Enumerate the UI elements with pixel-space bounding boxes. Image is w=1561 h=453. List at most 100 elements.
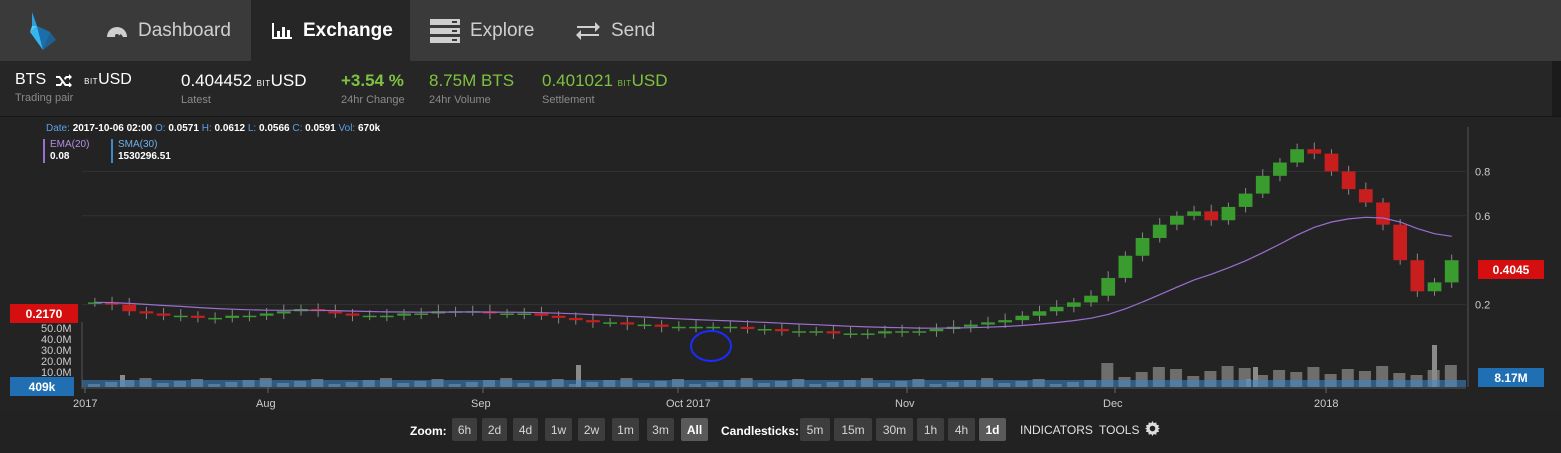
close-label: C:: [292, 123, 303, 134]
sma-volume-line: [82, 380, 1466, 387]
candle-interval-button[interactable]: 1h: [917, 418, 944, 441]
candle: [1187, 211, 1201, 216]
candle: [843, 333, 858, 335]
date-value: 2017-10-06 02:00: [72, 123, 153, 134]
top-navigation: Dashboard Exchange Explore Send: [0, 0, 1561, 61]
candle: [689, 326, 703, 329]
trading-pair[interactable]: BTS bit USD Trading pair: [15, 71, 132, 104]
bitshares-logo[interactable]: [28, 10, 58, 52]
candle: [654, 324, 669, 327]
zoom-button[interactable]: 2d: [482, 418, 507, 441]
zoom-button[interactable]: 6h: [452, 418, 477, 441]
close-value: 0.0591: [305, 123, 336, 134]
candle: [998, 320, 1013, 323]
zoom-button[interactable]: 4d: [513, 418, 538, 441]
price-chart[interactable]: 0.8 0.6 0.2 50.0M 40.0M 30.0M 20.0M 10.0M 2017 Au…: [0, 116, 1561, 410]
candle: [912, 331, 927, 333]
x-axis-tick-label: Dec: [1103, 398, 1123, 410]
latest-price: 0.404452 bitUSD Latest: [181, 71, 307, 106]
candle: [826, 331, 841, 334]
tab-send[interactable]: Send: [557, 0, 677, 61]
candle-interval-button[interactable]: 5m: [800, 418, 830, 441]
candle: [620, 322, 635, 325]
candle: [929, 329, 944, 332]
latest-value: 0.404452: [181, 71, 252, 90]
candle: [1084, 295, 1098, 303]
zoom-button[interactable]: 1w: [545, 418, 572, 441]
chart-canvas[interactable]: 0.80.60.250.0M40.0M30.0M20.0M10.0M2017 Au…: [0, 117, 1561, 411]
candle-interval-button[interactable]: 30m: [876, 418, 913, 441]
x-axis-tick-label: 2017: [73, 398, 97, 410]
date-label: Date:: [46, 123, 70, 134]
candle-interval-button[interactable]: 1d: [979, 418, 1006, 441]
ohlc-readout: Date: 2017-10-06 02:00 O: 0.0571 H: 0.06…: [46, 123, 380, 134]
settlement-price: 0.401021 bitUSD Settlement: [542, 71, 668, 106]
tools-button[interactable]: TOOLS: [1099, 423, 1139, 437]
sma-value: 1530296.51: [118, 151, 171, 162]
candle: [1358, 189, 1373, 203]
gear-icon[interactable]: [1145, 421, 1160, 436]
ema-indicator[interactable]: EMA(20) 0.08: [43, 139, 89, 163]
tab-dashboard[interactable]: Dashboard: [88, 0, 250, 61]
x-axis-tick-label: Oct 2017: [666, 398, 711, 410]
circle-annotation: [690, 330, 732, 362]
zoom-button[interactable]: 3m: [647, 418, 674, 441]
candle: [1049, 306, 1064, 312]
sma-indicator[interactable]: SMA(30) 1530296.51: [111, 139, 171, 163]
vol-label: Vol:: [338, 123, 356, 134]
volume-label: 24hr Volume: [429, 94, 491, 106]
change-label: 24hr Change: [341, 94, 405, 106]
candle-interval-button[interactable]: 15m: [834, 418, 872, 441]
high-value: 0.0612: [214, 123, 246, 134]
zoom-button[interactable]: 2w: [578, 418, 605, 441]
candle: [1410, 260, 1425, 292]
candle: [1221, 206, 1236, 221]
latest-unit: USD: [270, 71, 307, 90]
candle: [1444, 260, 1459, 283]
candle: [156, 313, 171, 316]
candle: [1118, 255, 1133, 278]
candle: [1307, 149, 1322, 154]
server-icon: [430, 18, 460, 43]
candle: [809, 331, 824, 333]
candle: [1324, 153, 1339, 172]
candle: [1135, 238, 1150, 256]
candle-interval-button[interactable]: 4h: [948, 418, 975, 441]
candle: [362, 315, 377, 318]
candle: [225, 315, 240, 318]
zoom-button[interactable]: All: [681, 418, 708, 441]
candle: [568, 317, 583, 321]
high-label: H:: [201, 123, 212, 134]
current-price-tag: 0.4045: [1478, 260, 1544, 279]
tab-explore[interactable]: Explore: [412, 0, 557, 61]
candle: [276, 311, 291, 314]
settlement-unit-prefix: bit: [617, 75, 632, 89]
candle: [1341, 171, 1356, 190]
candle: [981, 322, 995, 325]
left-price-tag: 0.2170: [10, 304, 78, 323]
change-24h: +3.54 % 24hr Change: [341, 71, 405, 106]
sma-name: SMA(30): [118, 139, 158, 150]
candle: [637, 324, 652, 327]
chart-controls: Zoom: Candlesticks: INDICATORS TOOLS 6h 2…: [0, 410, 1561, 453]
zoom-label: Zoom:: [410, 424, 447, 438]
change-value: +3.54 %: [341, 71, 404, 90]
candle: [259, 313, 274, 316]
price-axis-tick-label: 0.8: [1475, 166, 1490, 178]
candle: [173, 315, 188, 318]
ema-value: 0.08: [50, 151, 70, 162]
shuffle-icon[interactable]: [56, 73, 73, 87]
candle: [1290, 149, 1304, 163]
candle: [1015, 315, 1030, 321]
settlement-value: 0.401021: [542, 71, 613, 90]
latest-unit-prefix: bit: [256, 75, 271, 89]
scrollbar[interactable]: [1552, 61, 1561, 116]
indicators-button[interactable]: INDICATORS: [1020, 423, 1093, 437]
latest-label: Latest: [181, 94, 211, 106]
tab-exchange-label: Exchange: [303, 19, 393, 41]
open-value: 0.0571: [168, 123, 199, 134]
candle: [878, 331, 892, 334]
candle: [139, 311, 154, 314]
tab-exchange[interactable]: Exchange: [251, 0, 410, 61]
zoom-button[interactable]: 1m: [612, 418, 639, 441]
